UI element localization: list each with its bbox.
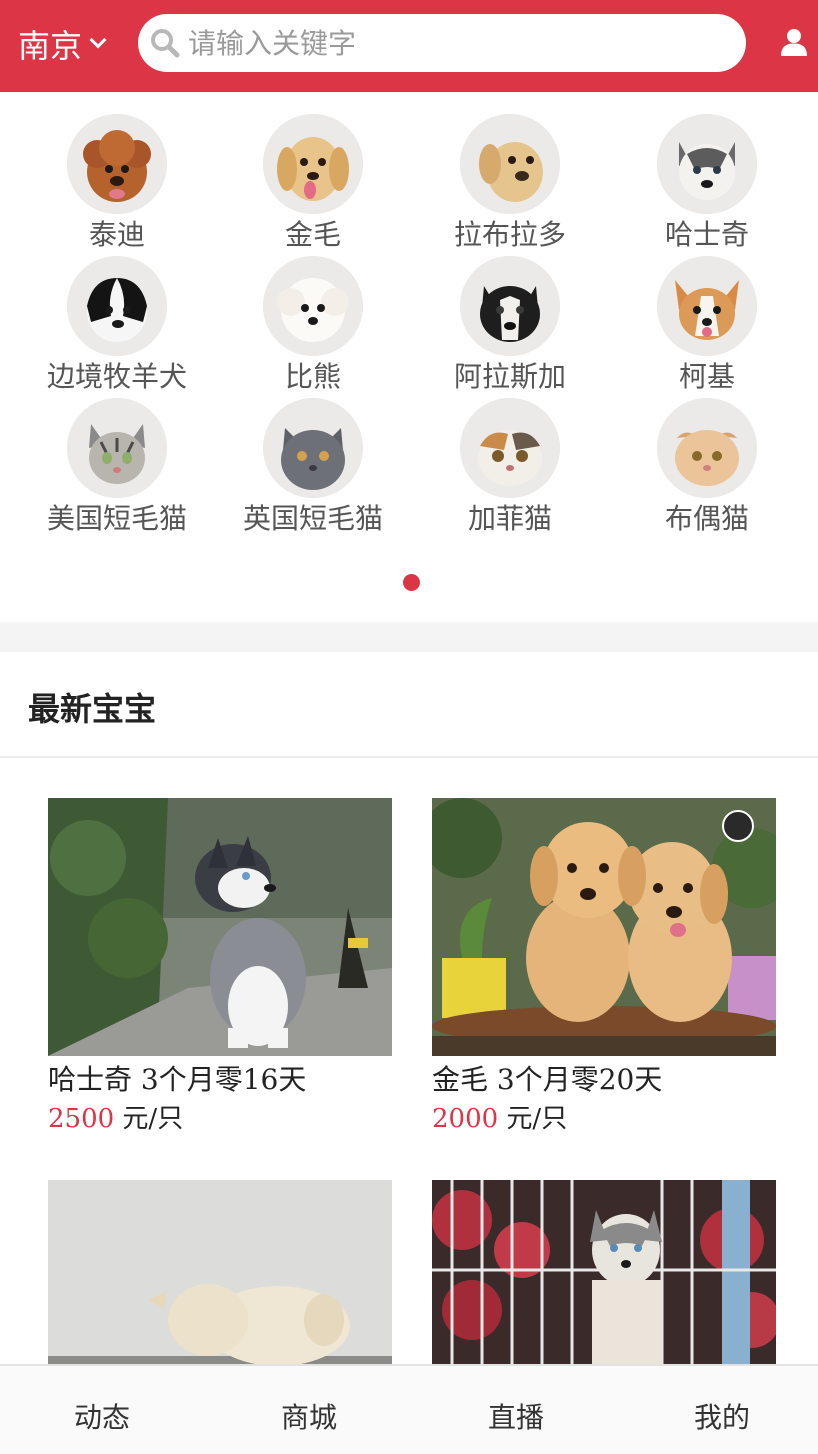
- chevron-down-icon: [89, 31, 107, 49]
- search-input[interactable]: [188, 26, 708, 60]
- category-label: 哈士奇: [664, 218, 749, 251]
- divider-line: [0, 756, 818, 758]
- category-label: 布偶猫: [664, 502, 749, 535]
- category-exotic-shorthair[interactable]: 加菲猫: [412, 398, 608, 538]
- category-label: 金毛: [284, 218, 341, 251]
- category-label: 比熊: [284, 360, 341, 393]
- category-british-shorthair[interactable]: 英国短毛猫: [215, 398, 411, 538]
- product-card[interactable]: 金毛 3个月零20天 2000 元/只: [432, 798, 776, 1136]
- category-teddy[interactable]: 泰迪: [19, 114, 215, 254]
- search-box[interactable]: [138, 14, 746, 72]
- category-label: 美国短毛猫: [46, 502, 187, 535]
- nav-item-live[interactable]: 直播: [456, 1396, 576, 1436]
- city-label: 南京: [18, 27, 83, 65]
- category-bichon[interactable]: 比熊: [215, 256, 411, 396]
- border-collie-photo: [67, 256, 167, 356]
- product-price: 2500 元/只: [48, 1102, 392, 1136]
- bottom-nav: 动态 商城 直播 我的: [0, 1364, 818, 1454]
- husky-photo: [657, 114, 757, 214]
- price-value: 2500: [48, 1104, 115, 1134]
- product-price: 2000 元/只: [432, 1102, 776, 1136]
- american-shorthair-photo: [67, 398, 167, 498]
- city-selector[interactable]: 南京: [18, 24, 107, 65]
- category-golden-retriever[interactable]: 金毛: [215, 114, 411, 254]
- teddy-photo: [67, 114, 167, 214]
- category-label: 泰迪: [88, 218, 145, 251]
- alaskan-malamute-photo: [460, 256, 560, 356]
- nav-item-feed[interactable]: 动态: [42, 1396, 162, 1436]
- category-border-collie[interactable]: 边境牧羊犬: [19, 256, 215, 396]
- category-label: 柯基: [678, 360, 735, 393]
- category-label: 加菲猫: [467, 502, 552, 535]
- corgi-photo: [657, 256, 757, 356]
- exotic-shorthair-photo: [460, 398, 560, 498]
- golden-retriever-photo: [263, 114, 363, 214]
- category-ragdoll[interactable]: 布偶猫: [609, 398, 805, 538]
- category-labrador[interactable]: 拉布拉多: [412, 114, 608, 254]
- product-title: 金毛 3个月零20天: [432, 1063, 663, 1096]
- category-alaskan-malamute[interactable]: 阿拉斯加: [412, 256, 608, 396]
- price-value: 2000: [432, 1104, 499, 1134]
- ragdoll-photo: [657, 398, 757, 498]
- husky-puppy-photo: [48, 798, 392, 1056]
- category-label: 拉布拉多: [453, 218, 566, 251]
- golden-puppies-photo: [432, 798, 776, 1056]
- product-title: 哈士奇 3个月零16天: [48, 1063, 307, 1096]
- price-unit: 元/只: [498, 1104, 568, 1134]
- category-grid: 泰迪 金毛 拉布拉多 哈士奇 边境牧羊犬 比熊 阿拉斯加 柯基 美国短毛猫 英国…: [0, 92, 818, 622]
- section-divider: [0, 622, 818, 652]
- search-icon: [151, 29, 180, 58]
- user-icon[interactable]: [778, 26, 810, 58]
- category-american-shorthair[interactable]: 美国短毛猫: [19, 398, 215, 538]
- category-corgi[interactable]: 柯基: [609, 256, 805, 396]
- price-unit: 元/只: [114, 1104, 184, 1134]
- carousel-dot-active[interactable]: [403, 574, 420, 591]
- labrador-photo: [460, 114, 560, 214]
- british-shorthair-photo: [263, 398, 363, 498]
- product-card[interactable]: 哈士奇 3个月零16天 2500 元/只: [48, 798, 392, 1136]
- nav-item-mine[interactable]: 我的: [662, 1396, 782, 1436]
- category-label: 边境牧羊犬: [46, 360, 187, 393]
- category-label: 阿拉斯加: [453, 360, 566, 393]
- category-label: 英国短毛猫: [242, 502, 383, 535]
- section-title: 最新宝宝: [28, 690, 157, 728]
- category-husky[interactable]: 哈士奇: [609, 114, 805, 254]
- top-bar: 南京: [0, 0, 818, 92]
- bichon-photo: [263, 256, 363, 356]
- nav-item-mall[interactable]: 商城: [249, 1396, 369, 1436]
